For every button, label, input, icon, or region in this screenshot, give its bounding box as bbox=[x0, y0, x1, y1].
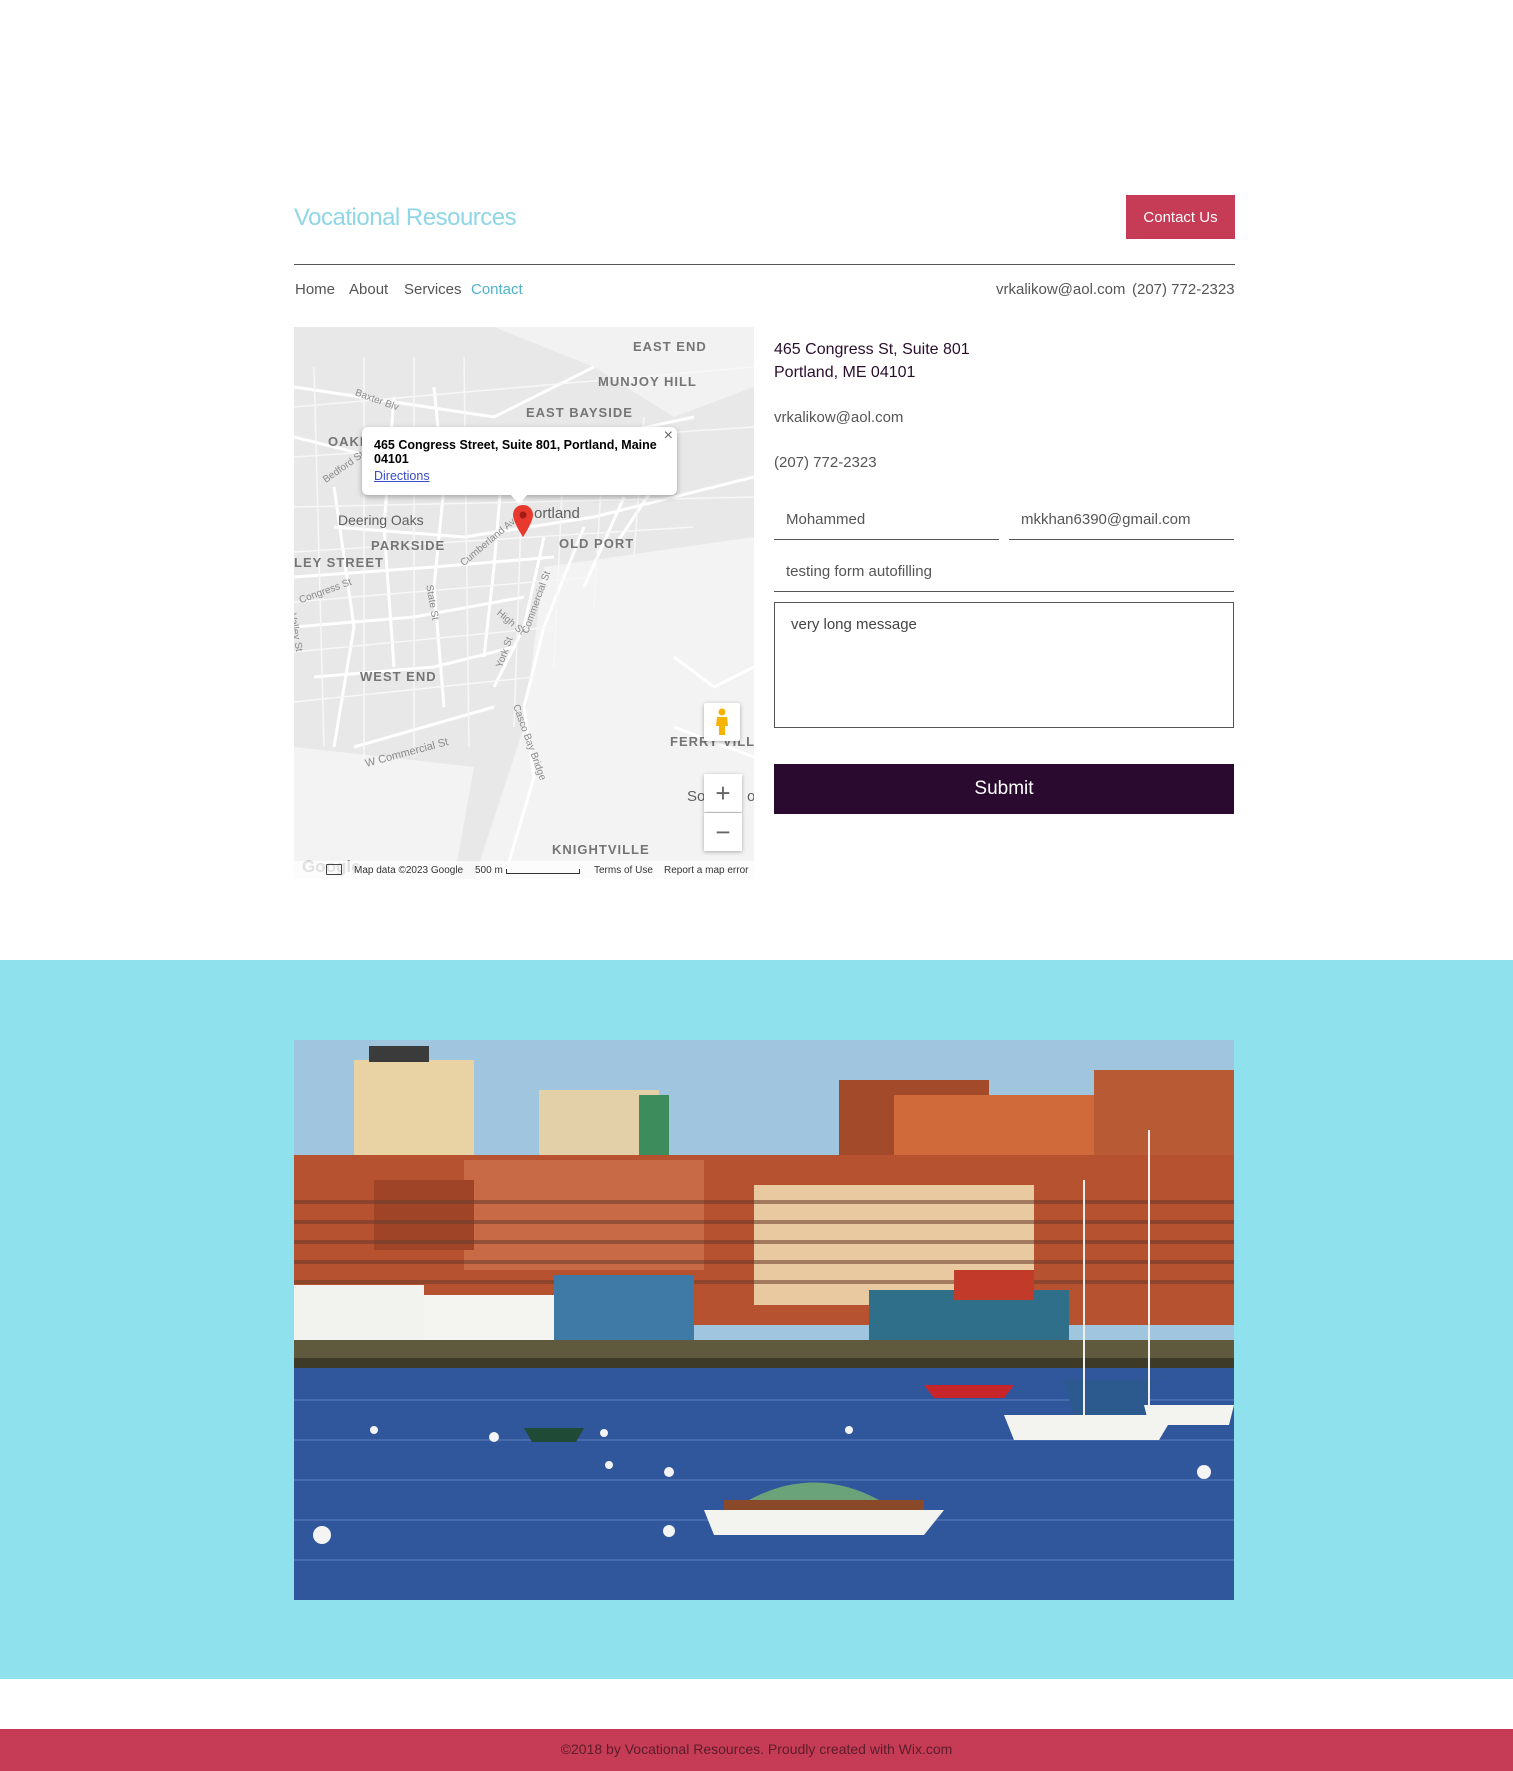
map-scale-bar bbox=[506, 869, 580, 874]
map-label-portland: ortland bbox=[534, 505, 580, 522]
map-label-east-bayside: EAST BAYSIDE bbox=[526, 405, 633, 420]
info-window-address: 465 Congress Street, Suite 801, Portland… bbox=[374, 438, 657, 466]
street-view-pegman-icon[interactable] bbox=[704, 703, 740, 741]
contact-us-button[interactable]: Contact Us bbox=[1126, 195, 1235, 239]
map-label-knightville: KNIGHTVILLE bbox=[552, 842, 650, 857]
nav-services[interactable]: Services bbox=[404, 281, 462, 298]
address-line-2: Portland, ME 04101 bbox=[774, 364, 916, 381]
zoom-out-button[interactable]: − bbox=[704, 813, 742, 851]
map-data-credit: Map data ©2023 Google bbox=[354, 865, 464, 876]
map-label-west-end: WEST END bbox=[360, 669, 437, 684]
submit-button[interactable]: Submit bbox=[774, 764, 1234, 814]
header-phone[interactable]: (207) 772-2323 bbox=[1132, 281, 1235, 298]
close-icon[interactable]: × bbox=[664, 427, 673, 445]
contact-email[interactable]: vrkalikow@aol.com bbox=[774, 409, 903, 426]
map-label-munjoy-hill: MUNJOY HILL bbox=[598, 374, 697, 389]
contact-phone[interactable]: (207) 772-2323 bbox=[774, 454, 877, 471]
map-label-old-port: OLD PORT bbox=[559, 536, 635, 551]
google-map[interactable]: EAST END MUNJOY HILL EAST BAYSIDE OAKI D… bbox=[294, 327, 754, 879]
terms-of-use-link[interactable]: Terms of Use bbox=[594, 865, 653, 876]
nav-contact[interactable]: Contact bbox=[471, 281, 523, 298]
header-divider bbox=[294, 264, 1235, 265]
portland-harbor-photo bbox=[294, 1040, 1234, 1600]
map-label-deering-oaks: Deering Oaks bbox=[338, 512, 424, 528]
map-streets bbox=[294, 327, 754, 879]
map-label-oakdale: OAKI bbox=[328, 434, 365, 449]
map-label-valley-street: LEY STREET bbox=[294, 555, 384, 570]
site-footer: ©2018 by Vocational Resources. Proudly c… bbox=[0, 1729, 1513, 1771]
site-title[interactable]: Vocational Resources bbox=[294, 204, 517, 232]
name-field[interactable] bbox=[774, 500, 999, 540]
report-map-error-link[interactable]: Report a map error bbox=[664, 865, 748, 876]
map-label-east-end: EAST END bbox=[633, 339, 707, 354]
message-field[interactable]: very long message bbox=[774, 602, 1234, 728]
subject-field[interactable] bbox=[774, 552, 1234, 592]
footer-copyright: ©2018 by Vocational Resources. Proudly c… bbox=[560, 1741, 953, 1757]
nav-about[interactable]: About bbox=[349, 281, 388, 298]
directions-link[interactable]: Directions bbox=[374, 469, 430, 483]
map-info-window: 465 Congress Street, Suite 801, Portland… bbox=[362, 427, 677, 504]
nav-home[interactable]: Home bbox=[295, 281, 335, 298]
map-scale-label: 500 m bbox=[475, 865, 503, 876]
email-field[interactable] bbox=[1009, 500, 1234, 540]
map-label-parkside: PARKSIDE bbox=[371, 538, 446, 553]
map-pin-icon[interactable] bbox=[513, 505, 533, 537]
address-line-1: 465 Congress St, Suite 801 bbox=[774, 341, 970, 358]
zoom-in-button[interactable]: + bbox=[704, 774, 742, 812]
map-footer: Map data ©2023 Google 500 m Terms of Use… bbox=[294, 861, 754, 879]
keyboard-icon[interactable] bbox=[326, 864, 342, 875]
header-email[interactable]: vrkalikow@aol.com bbox=[996, 281, 1125, 298]
